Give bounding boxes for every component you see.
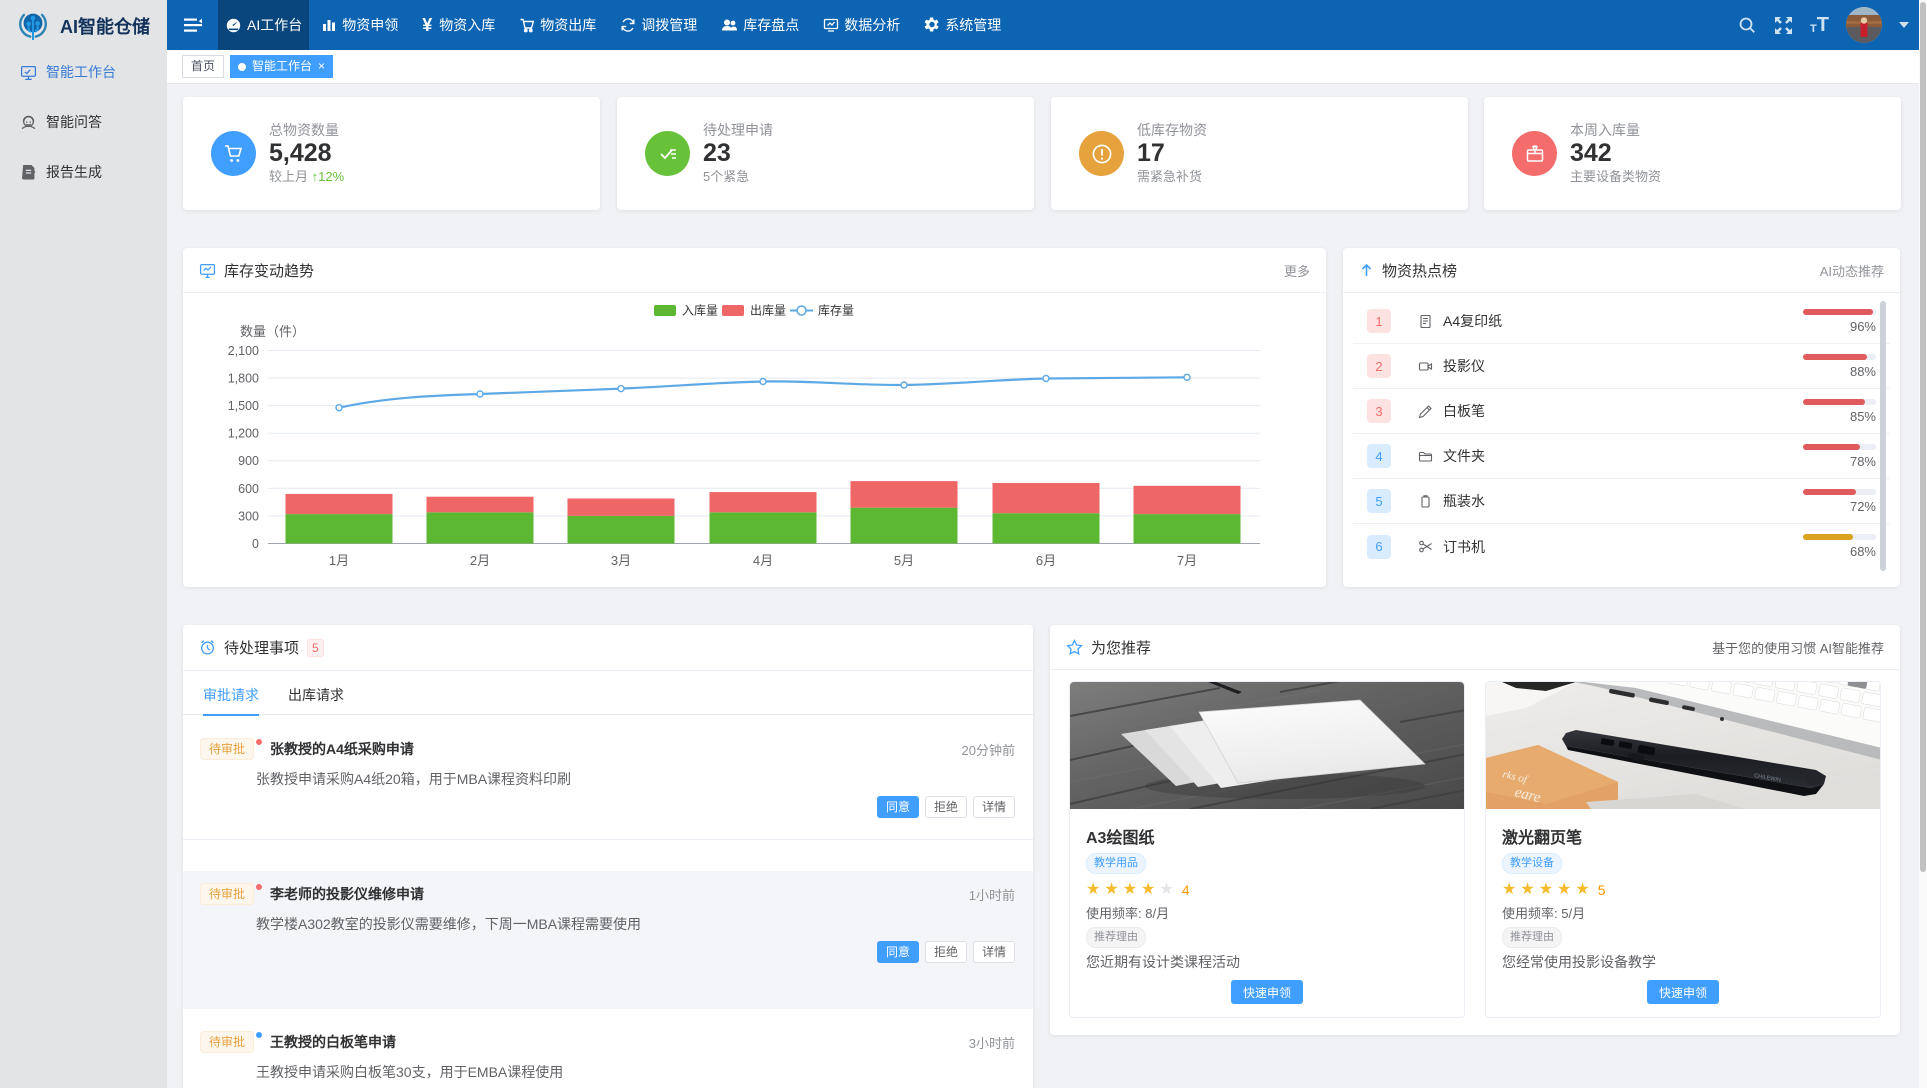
svg-text:900: 900 <box>238 454 259 468</box>
svg-text:5月: 5月 <box>894 553 914 568</box>
svg-text:库存量: 库存量 <box>818 303 854 318</box>
svg-text:1,800: 1,800 <box>228 372 259 386</box>
svg-text:7月: 7月 <box>1177 553 1197 568</box>
svg-text:1月: 1月 <box>329 553 349 568</box>
svg-text:数量（件）: 数量（件） <box>240 324 305 339</box>
svg-text:6月: 6月 <box>1036 553 1056 568</box>
svg-text:0: 0 <box>252 537 259 551</box>
svg-text:2,100: 2,100 <box>228 344 259 358</box>
svg-text:300: 300 <box>238 509 259 523</box>
svg-text:1,500: 1,500 <box>228 399 259 413</box>
svg-text:入库量: 入库量 <box>682 303 718 318</box>
svg-text:2月: 2月 <box>470 553 490 568</box>
svg-text:1,200: 1,200 <box>228 427 259 441</box>
svg-text:3月: 3月 <box>611 553 631 568</box>
svg-text:出库量: 出库量 <box>750 303 786 318</box>
svg-text:4月: 4月 <box>753 553 773 568</box>
svg-text:600: 600 <box>238 482 259 496</box>
